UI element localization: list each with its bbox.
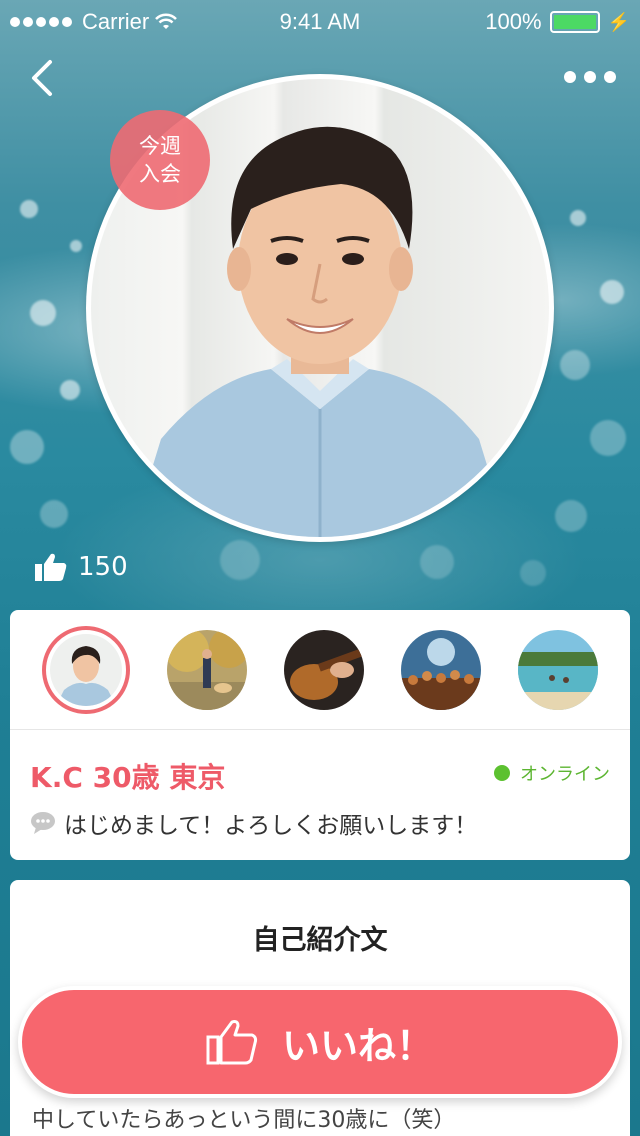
profile-summary: K.C 30歳 東京 オンライン [30, 756, 610, 794]
greeting-message: はじめまして！よろしくお願いします！ [30, 806, 477, 840]
like-count-value: 150 [78, 552, 128, 582]
battery-percent: 100% [485, 9, 542, 34]
like-count: 150 [34, 552, 128, 582]
like-button-label: いいね！ [281, 1023, 434, 1068]
thumbs-up-icon [35, 553, 67, 581]
thumbnail-concert[interactable] [400, 629, 481, 710]
photo-thumbnails [10, 610, 630, 730]
online-label: オンライン [520, 764, 610, 785]
like-button[interactable]: いいね！ [18, 986, 622, 1098]
more-dot [564, 71, 576, 83]
thumbnail-dog-walk[interactable] [167, 629, 248, 710]
intro-title: 自己紹介文 [252, 925, 388, 956]
back-button[interactable] [22, 56, 66, 100]
badge-line1: 今週 [139, 134, 181, 158]
more-dot [584, 71, 596, 83]
greeting-text: はじめまして！よろしくお願いします！ [64, 813, 478, 839]
thumbnail-guitar[interactable] [283, 629, 364, 710]
thumbnail-beach[interactable] [517, 629, 598, 710]
badge-line2: 入会 [139, 162, 181, 186]
new-member-badge: 今週 入会 [110, 110, 210, 210]
online-status: オンライン [494, 760, 610, 786]
status-bar: Carrier 9:41 AM 100% ⚡ [0, 0, 640, 40]
intro-text: 中していたらあっという間に30歳に（笑） [32, 1108, 456, 1133]
online-dot-icon [494, 765, 510, 781]
battery-icon [549, 11, 600, 33]
profile-name: K.C 30歳 東京 [30, 761, 226, 794]
status-right: 100% ⚡ [485, 9, 630, 35]
profile-card: K.C 30歳 東京 オンライン はじめまして！よろしくお願いします！ [10, 610, 630, 860]
more-dot [604, 71, 616, 83]
chevron-left-icon [32, 60, 52, 96]
speech-bubble-icon [31, 812, 55, 834]
thumbs-up-outline-icon [206, 1020, 258, 1065]
more-options-button[interactable] [562, 62, 616, 92]
thumbnail-portrait[interactable] [42, 625, 131, 714]
charging-icon: ⚡ [607, 11, 630, 32]
